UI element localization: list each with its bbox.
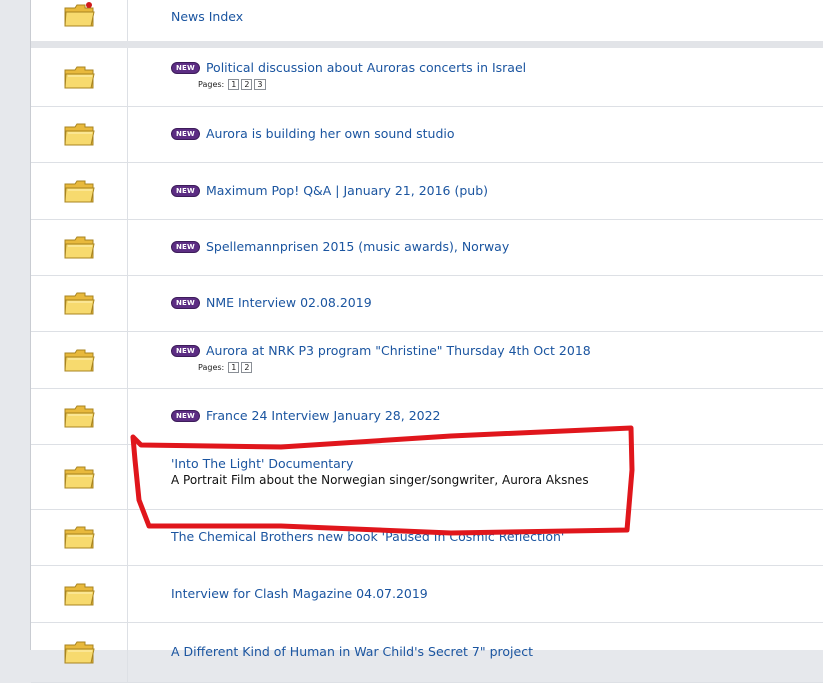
topic-row: The Chemical Brothers new book 'Paused I… (31, 509, 823, 566)
topic-title-link[interactable]: Aurora at NRK P3 program "Christine" Thu… (206, 343, 591, 358)
folder-icon (64, 66, 95, 89)
pages-label: Pages: (198, 363, 225, 372)
pagination: Pages: 1 2 (198, 362, 814, 373)
icon-cell (31, 622, 128, 682)
icon-cell (31, 388, 128, 444)
icon-cell (31, 0, 128, 41)
topic-title-link[interactable]: Aurora is building her own sound studio (206, 126, 455, 141)
icon-cell (31, 162, 128, 219)
folder-icon (64, 466, 95, 489)
topic-row: NEW NME Interview 02.08.2019 (31, 275, 823, 332)
topic-title-link[interactable]: The Chemical Brothers new book 'Paused I… (171, 529, 564, 544)
folder-icon (64, 292, 95, 315)
topic-title-link[interactable]: Spellemannprisen 2015 (music awards), No… (206, 239, 509, 254)
new-badge: NEW (171, 61, 200, 74)
page-number-link[interactable]: 1 (228, 79, 240, 90)
new-badge: NEW (171, 127, 200, 140)
folder-icon (64, 349, 95, 372)
topic-title-link[interactable]: Interview for Clash Magazine 04.07.2019 (171, 586, 428, 601)
topic-row: Interview for Clash Magazine 04.07.2019 (31, 565, 823, 623)
folder-icon (64, 123, 95, 146)
icon-cell (31, 48, 128, 106)
topic-title-link[interactable]: 'Into The Light' Documentary (171, 456, 353, 471)
topic-title-link[interactable]: Political discussion about Auroras conce… (206, 60, 526, 75)
topic-title-link[interactable]: A Different Kind of Human in War Child's… (171, 644, 533, 659)
folder-icon (64, 641, 95, 664)
new-badge: NEW (171, 240, 200, 253)
news-index-link[interactable]: News Index (171, 9, 243, 24)
page-number-link[interactable]: 2 (241, 79, 253, 90)
topic-title-link[interactable]: NME Interview 02.08.2019 (206, 295, 372, 310)
topic-title-link[interactable]: France 24 Interview January 28, 2022 (206, 408, 441, 423)
topic-title-link[interactable]: Maximum Pop! Q&A | January 21, 2016 (pub… (206, 183, 488, 198)
folder-icon (64, 526, 95, 549)
new-badge: NEW (171, 184, 200, 197)
topic-row: NEW Spellemannprisen 2015 (music awards),… (31, 219, 823, 276)
new-badge: NEW (171, 344, 200, 357)
page-number-link[interactable]: 3 (254, 79, 266, 90)
topic-row: 'Into The Light' Documentary A Portrait F… (31, 444, 823, 510)
icon-cell (31, 331, 128, 388)
new-badge: NEW (171, 296, 200, 309)
folder-icon (64, 180, 95, 203)
icon-cell (31, 509, 128, 565)
forum-topic-list: News Index NEW Political discussion about… (30, 0, 823, 683)
icon-cell (31, 275, 128, 331)
icon-cell (31, 565, 128, 622)
topic-row: NEW France 24 Interview January 28, 2022 (31, 388, 823, 445)
section-divider (31, 41, 823, 48)
topic-row: A Different Kind of Human in War Child's… (31, 622, 823, 683)
news-index-row: News Index (31, 0, 823, 41)
new-badge: NEW (171, 409, 200, 422)
folder-icon (64, 236, 95, 259)
page-number-link[interactable]: 1 (228, 362, 240, 373)
topic-row: NEW Political discussion about Auroras co… (31, 48, 823, 107)
icon-cell (31, 219, 128, 275)
folder-icon (64, 583, 95, 606)
pagination: Pages: 1 2 3 (198, 79, 814, 90)
pages-label: Pages: (198, 80, 225, 89)
folder-icon (64, 405, 95, 428)
folder-icon (64, 2, 95, 27)
icon-cell (31, 106, 128, 162)
topic-row: NEW Aurora is building her own sound stud… (31, 106, 823, 163)
icon-cell (31, 444, 128, 509)
topic-row: NEW Aurora at NRK P3 program "Christine" … (31, 331, 823, 389)
topic-description: A Portrait Film about the Norwegian sing… (171, 473, 589, 487)
page-number-link[interactable]: 2 (241, 362, 253, 373)
topic-row: NEW Maximum Pop! Q&A | January 21, 2016 (… (31, 162, 823, 220)
